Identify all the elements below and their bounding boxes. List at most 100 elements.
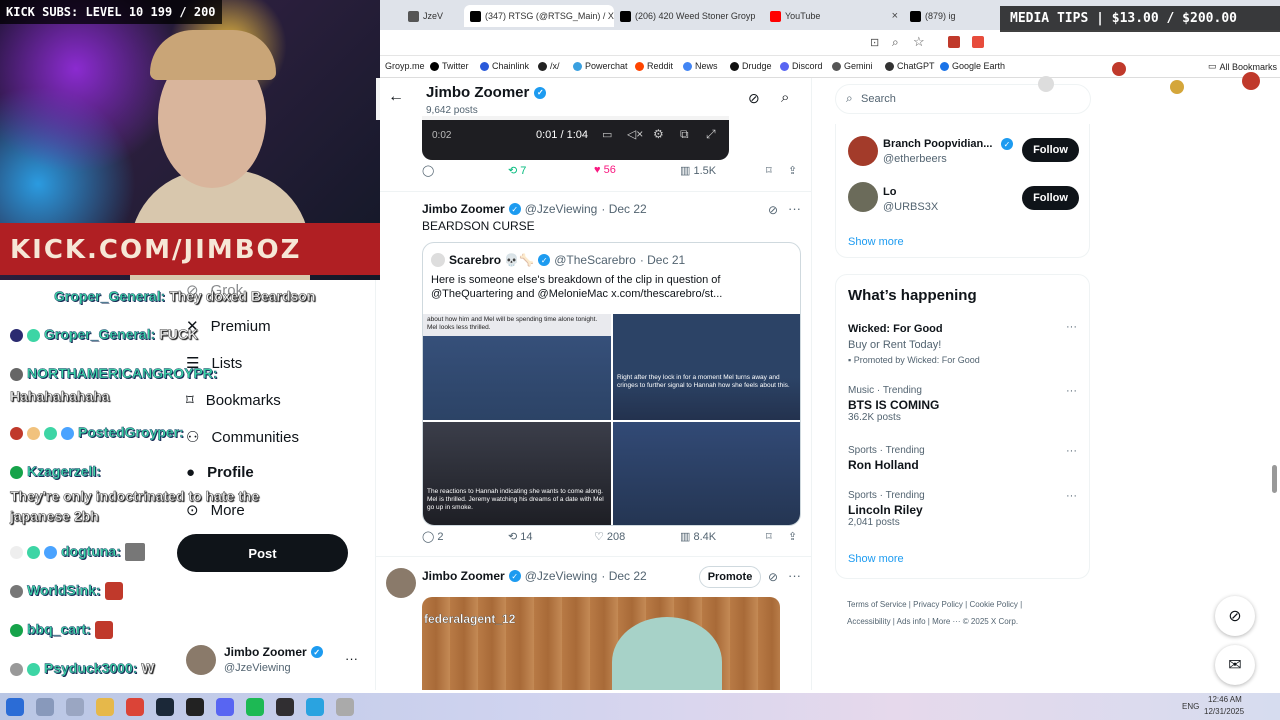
bookmark-icon[interactable]: ⌑	[766, 164, 772, 177]
show-more-link[interactable]: Show more	[848, 553, 904, 565]
grok-icon[interactable]: ⊘	[748, 90, 760, 107]
install-icon[interactable]: ⊡	[870, 36, 879, 49]
bookmark-twitter[interactable]: Twitter	[430, 61, 469, 71]
bookmark-icon[interactable]: ⌑	[766, 530, 772, 543]
tweet-1[interactable]: Jimbo Zoomer ✓ @JzeViewing · Dec 22 BEAR…	[422, 202, 647, 233]
tab-ig[interactable]: (879) ig	[904, 5, 974, 27]
gift-icon[interactable]	[972, 36, 984, 48]
retweet-button[interactable]: ⟲ 14	[508, 530, 533, 543]
more-icon[interactable]: ···	[1066, 490, 1077, 502]
bookmark-powerchat[interactable]: Powerchat	[573, 61, 628, 71]
follow-button[interactable]: Follow	[1022, 186, 1079, 210]
promoted-trend[interactable]: Wicked: For Good Buy or Rent Today! ▪ Pr…	[848, 323, 980, 365]
trend-item[interactable]: Music · Trending BTS IS COMING 36.2K posts	[848, 385, 939, 423]
grok-icon[interactable]: ⊘	[768, 203, 778, 217]
bookmark-reddit[interactable]: Reddit	[635, 61, 673, 71]
trend-item[interactable]: Sports · Trending Ron Holland	[848, 445, 925, 472]
tweet-media[interactable]: federalagent_12	[422, 597, 780, 690]
tab-jzeviewing[interactable]: JzeV	[402, 5, 464, 27]
bookmark-chatgpt[interactable]: ChatGPT	[885, 61, 935, 71]
share-icon[interactable]: ⇪	[788, 530, 797, 543]
pip-icon[interactable]: ⧉	[680, 127, 689, 142]
footer-link[interactable]: More ···	[932, 617, 960, 626]
tab-youtube[interactable]: YouTube ×	[764, 5, 904, 27]
quote-tweet[interactable]: Scarebro 💀🦴 ✓ @TheScarebro · Dec 21 Here…	[422, 242, 801, 526]
show-more-link[interactable]: Show more	[848, 236, 904, 248]
quote-image-3[interactable]: The reactions to Hannah indicating she w…	[423, 422, 611, 525]
obs-icon[interactable]	[276, 697, 294, 716]
views-button[interactable]: ▥ 8.4K	[680, 530, 716, 543]
search-icon[interactable]	[36, 697, 54, 716]
bookmark-x-board[interactable]: /x/	[538, 61, 560, 71]
share-icon[interactable]: ⇪	[788, 164, 797, 177]
file-explorer-icon[interactable]	[96, 697, 114, 716]
captions-icon[interactable]: ▭	[602, 128, 612, 141]
clock-date[interactable]: 12/31/2025	[1204, 707, 1244, 716]
telegram-icon[interactable]	[306, 697, 324, 716]
tab-rtsg[interactable]: (347) RTSG (@RTSG_Main) / X×	[464, 5, 614, 27]
follow-button[interactable]: Follow	[1022, 138, 1079, 162]
avatar[interactable]	[848, 182, 878, 212]
zoom-icon[interactable]: ⌕	[892, 35, 899, 50]
more-icon[interactable]: ···	[788, 568, 801, 583]
suggestion-name[interactable]: Branch Poopvidian...	[883, 138, 992, 150]
steam-icon[interactable]	[156, 697, 174, 716]
quote-image-4[interactable]	[613, 422, 800, 525]
like-button[interactable]: ♥ 56	[594, 164, 616, 176]
spotify-icon[interactable]	[246, 697, 264, 716]
extension-icon[interactable]	[948, 36, 960, 48]
all-bookmarks[interactable]: ▭ All Bookmarks	[1208, 61, 1277, 72]
chrome-icon[interactable]	[126, 697, 144, 716]
footer-link[interactable]: Ads info	[897, 617, 926, 626]
tweet-2[interactable]: Jimbo Zoomer ✓ @JzeViewing · Dec 22	[422, 569, 647, 583]
star-icon[interactable]: ☆	[913, 34, 925, 50]
mute-icon[interactable]: ◁×	[627, 127, 643, 141]
bookmark-news[interactable]: News	[683, 61, 718, 71]
reply-button[interactable]: ◯ 2	[422, 530, 444, 543]
more-icon[interactable]: ···	[1066, 445, 1077, 457]
fullscreen-icon[interactable]: ⤢	[706, 127, 716, 142]
terminal-icon[interactable]	[186, 697, 204, 716]
scrollbar[interactable]	[1272, 465, 1277, 493]
footer-link[interactable]: Terms of Service	[847, 600, 907, 609]
footer-link[interactable]: Privacy Policy	[913, 600, 963, 609]
grok-icon[interactable]: ⊘	[768, 570, 778, 584]
suggestion-name[interactable]: Lo	[883, 186, 896, 198]
video-player[interactable]: 0:02 0:01 / 1:04 ▭ ◁× ⚙ ⧉ ⤢	[422, 116, 729, 160]
retweet-button[interactable]: ⟲ 7	[508, 164, 526, 177]
task-view-icon[interactable]	[66, 697, 84, 716]
like-button[interactable]: ♡ 208	[594, 530, 625, 543]
bookmark-gemini[interactable]: Gemini	[832, 61, 873, 71]
footer-link[interactable]: Accessibility	[847, 617, 891, 626]
more-icon[interactable]: ···	[788, 201, 801, 216]
start-icon[interactable]	[6, 697, 24, 716]
discord-icon[interactable]	[216, 697, 234, 716]
tab-weed-stoner[interactable]: (206) 420 Weed Stoner Groyp	[614, 5, 764, 27]
bookmark-google-earth[interactable]: Google Earth	[940, 61, 1005, 71]
quote-image-2[interactable]: Right after they lock in for a moment Me…	[613, 314, 800, 420]
messages-float-button[interactable]: ✉	[1215, 645, 1255, 685]
promote-button[interactable]: Promote	[699, 566, 761, 588]
search-icon[interactable]: ⌕	[781, 89, 789, 106]
avatar[interactable]	[848, 136, 878, 166]
clock-time[interactable]: 12:46 AM	[1208, 695, 1242, 704]
avatar[interactable]	[386, 568, 416, 598]
views-button[interactable]: ▥ 1.5K	[680, 164, 716, 177]
address-bar[interactable]: ⊡ ⌕ ☆	[380, 30, 1280, 56]
settings-icon[interactable]: ⚙	[653, 127, 664, 141]
bookmark-discord[interactable]: Discord	[780, 61, 823, 71]
trend-item[interactable]: Sports · Trending Lincoln Riley 2,041 post…	[848, 490, 925, 528]
language-indicator[interactable]: ENG	[1182, 702, 1199, 711]
grok-float-button[interactable]: ⊘	[1215, 596, 1255, 636]
more-icon[interactable]: ···	[1066, 321, 1077, 333]
footer-link[interactable]: Cookie Policy	[969, 600, 1017, 609]
app-icon[interactable]	[336, 697, 354, 716]
more-icon[interactable]: ···	[1066, 385, 1077, 397]
quote-image-1[interactable]: about how him and Mel will be spending t…	[423, 314, 611, 420]
reply-icon[interactable]: ◯	[422, 164, 434, 177]
bookmark-chainlink[interactable]: Chainlink	[480, 61, 529, 71]
close-icon[interactable]: ×	[892, 10, 898, 22]
bookmark-drudge[interactable]: Drudge	[730, 61, 772, 71]
bookmark-groyp[interactable]: Groyp.me	[385, 61, 425, 71]
back-arrow-icon[interactable]: ←	[388, 88, 404, 106]
